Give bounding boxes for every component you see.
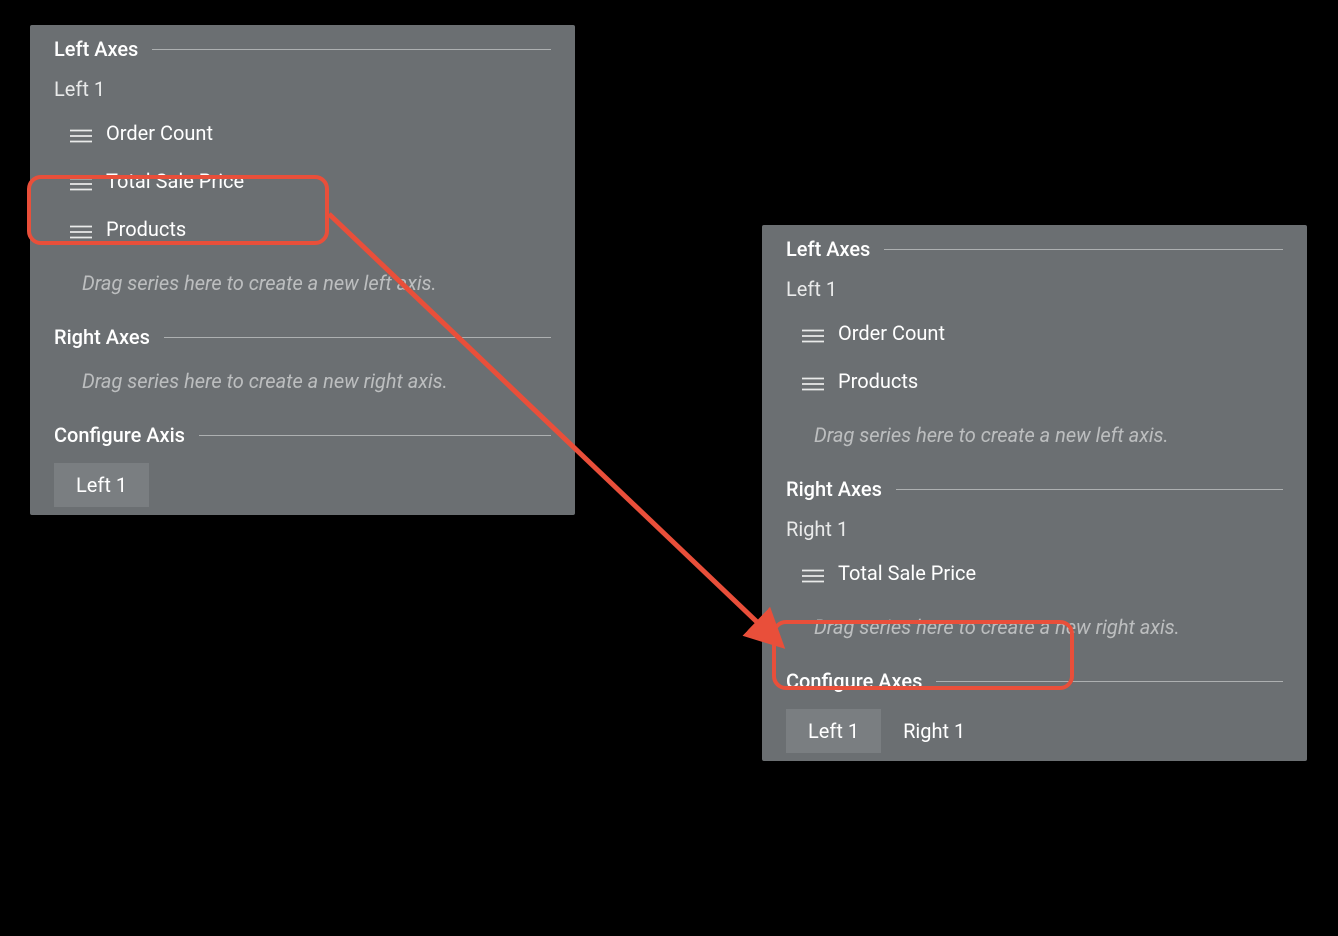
configure-axes-tabs: Left 1 Right 1 xyxy=(762,699,1307,753)
right-axis-1-label: Right 1 xyxy=(762,507,1307,545)
left-axis-series-list: Order Count Products xyxy=(762,305,1307,409)
right-axes-title: Right Axes xyxy=(786,477,882,501)
configure-axes-title: Configure Axes xyxy=(786,669,922,693)
right-axes-drop-zone[interactable]: Drag series here to create a new right a… xyxy=(762,601,1307,657)
series-item-products[interactable]: Products xyxy=(30,205,575,253)
divider xyxy=(896,489,1283,490)
left-axes-drop-zone[interactable]: Drag series here to create a new left ax… xyxy=(30,257,575,313)
right-axis-series-list: Total Sale Price xyxy=(762,545,1307,601)
series-item-total-sale-price[interactable]: Total Sale Price xyxy=(762,549,1307,597)
divider xyxy=(199,435,551,436)
series-label: Total Sale Price xyxy=(838,561,976,585)
divider xyxy=(152,49,551,50)
tab-left-1[interactable]: Left 1 xyxy=(54,463,149,507)
right-axes-header: Right Axes xyxy=(30,313,575,355)
left-axis-series-list: Order Count Total Sale Price Products xyxy=(30,105,575,257)
drag-handle-icon xyxy=(802,373,824,389)
drag-handle-icon xyxy=(70,221,92,237)
configure-axis-header: Configure Axis xyxy=(30,411,575,453)
drag-handle-icon xyxy=(802,565,824,581)
series-label: Order Count xyxy=(838,321,945,345)
configure-axis-tabs: Left 1 xyxy=(30,453,575,507)
series-item-products[interactable]: Products xyxy=(762,357,1307,405)
divider xyxy=(884,249,1283,250)
divider xyxy=(936,681,1283,682)
tab-right-1[interactable]: Right 1 xyxy=(881,709,987,753)
left-axes-header: Left Axes xyxy=(762,225,1307,267)
configure-axes-header: Configure Axes xyxy=(762,657,1307,699)
series-item-order-count[interactable]: Order Count xyxy=(762,309,1307,357)
right-axes-header: Right Axes xyxy=(762,465,1307,507)
axes-config-panel-after: Left Axes Left 1 Order Count Products Dr… xyxy=(762,225,1307,761)
series-label: Total Sale Price xyxy=(106,169,244,193)
left-axis-1-label: Left 1 xyxy=(30,67,575,105)
series-label: Products xyxy=(106,217,186,241)
axes-config-panel-before: Left Axes Left 1 Order Count Total Sale … xyxy=(30,25,575,515)
configure-axis-title: Configure Axis xyxy=(54,423,185,447)
drag-handle-icon xyxy=(70,173,92,189)
tab-left-1[interactable]: Left 1 xyxy=(786,709,881,753)
series-label: Products xyxy=(838,369,918,393)
divider xyxy=(164,337,551,338)
left-axes-title: Left Axes xyxy=(54,37,138,61)
drag-handle-icon xyxy=(802,325,824,341)
right-axes-title: Right Axes xyxy=(54,325,150,349)
left-axis-1-label: Left 1 xyxy=(762,267,1307,305)
series-item-total-sale-price[interactable]: Total Sale Price xyxy=(30,157,575,205)
left-axes-title: Left Axes xyxy=(786,237,870,261)
series-label: Order Count xyxy=(106,121,213,145)
right-axes-drop-zone[interactable]: Drag series here to create a new right a… xyxy=(30,355,575,411)
series-item-order-count[interactable]: Order Count xyxy=(30,109,575,157)
drag-handle-icon xyxy=(70,125,92,141)
left-axes-drop-zone[interactable]: Drag series here to create a new left ax… xyxy=(762,409,1307,465)
left-axes-header: Left Axes xyxy=(30,25,575,67)
